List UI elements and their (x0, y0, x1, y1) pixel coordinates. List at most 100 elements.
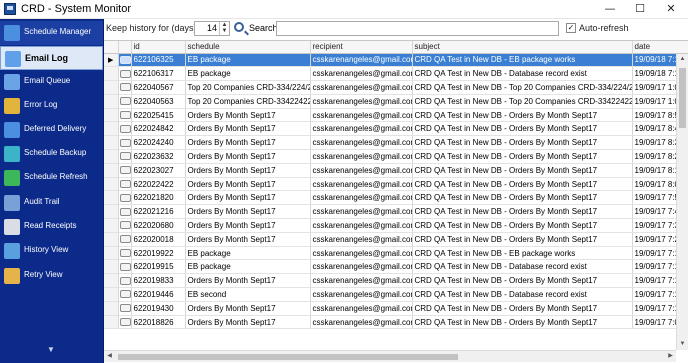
row-selector[interactable] (104, 218, 119, 233)
cell-schedule[interactable]: Orders By Month Sept17 (185, 315, 311, 330)
stepper-buttons[interactable]: ▲ ▼ (219, 22, 229, 35)
sidebar-item-read-receipts[interactable]: Read Receipts (0, 215, 103, 239)
table-row[interactable]: 622040563 Top 20 Companies CRD-334224225 c… (104, 94, 688, 109)
cell-schedule[interactable]: EB second (185, 287, 311, 302)
cell-id[interactable]: 622018826 (131, 315, 186, 330)
cell-schedule[interactable]: Orders By Month Sept17 (185, 232, 311, 247)
cell-id[interactable]: 622020018 (131, 232, 186, 247)
stepper-down-icon[interactable]: ▼ (220, 28, 229, 34)
cell-schedule[interactable]: Orders By Month Sept17 (185, 108, 311, 123)
cell-subject[interactable]: CRD QA Test in New DB - Top 20 Companies… (412, 94, 633, 109)
table-row[interactable]: 622019833 Orders By Month Sept17 csskarena… (104, 273, 688, 289)
sidebar-item-schedule-manager[interactable]: Schedule Manager (0, 21, 103, 45)
table-row[interactable]: 622023027 Orders By Month Sept17 csskarena… (104, 163, 688, 178)
column-header-subject[interactable]: subject (412, 41, 633, 54)
cell-id[interactable]: 622019833 (131, 273, 186, 289)
row-selector[interactable] (104, 108, 119, 123)
cell-id[interactable]: 622025415 (131, 108, 186, 123)
row-selector[interactable] (104, 204, 119, 220)
cell-schedule[interactable]: Orders By Month Sept17 (185, 177, 311, 192)
search-input[interactable] (276, 21, 559, 36)
cell-schedule[interactable]: EB package (185, 259, 311, 275)
row-selector[interactable] (104, 177, 119, 192)
row-selector[interactable] (104, 259, 119, 275)
cell-recipient[interactable]: csskarenangeles@gmail.com; (310, 273, 413, 289)
cell-schedule[interactable]: Orders By Month Sept17 (185, 218, 311, 233)
horizontal-scrollbar[interactable]: ◀ ▶ (104, 350, 676, 362)
cell-subject[interactable]: CRD QA Test in New DB - Orders By Month … (412, 149, 633, 164)
table-row[interactable]: 622024842 Orders By Month Sept17 csskarena… (104, 121, 688, 137)
cell-subject[interactable]: CRD QA Test in New DB - EB package works (412, 53, 633, 68)
cell-schedule[interactable]: Orders By Month Sept17 (185, 149, 311, 164)
maximize-button[interactable]: ☐ (625, 0, 655, 18)
sidebar-item-error-log[interactable]: Error Log (0, 94, 103, 118)
row-selector[interactable] (104, 121, 119, 137)
horizontal-scroll-thumb[interactable] (118, 354, 458, 360)
sidebar-item-schedule-backup[interactable]: Schedule Backup (0, 142, 103, 166)
sidebar-item-schedule-refresh[interactable]: Schedule Refresh (0, 166, 103, 190)
column-header-date[interactable]: date (632, 41, 688, 54)
cell-schedule[interactable]: EB package (185, 66, 311, 82)
cell-recipient[interactable]: csskarenangeles@gmail.com; (310, 53, 413, 68)
table-row[interactable]: 622021216 Orders By Month Sept17 csskarena… (104, 204, 688, 220)
keep-history-stepper[interactable]: 14 ▲ ▼ (194, 21, 230, 36)
scroll-down-icon[interactable]: ▼ (677, 339, 688, 350)
cell-schedule[interactable]: EB package (185, 53, 311, 68)
cell-id[interactable]: 622022422 (131, 177, 186, 192)
cell-subject[interactable]: CRD QA Test in New DB - Orders By Month … (412, 204, 633, 220)
sidebar-item-email-queue[interactable]: Email Queue (0, 70, 103, 94)
cell-schedule[interactable]: Orders By Month Sept17 (185, 273, 311, 289)
cell-id[interactable]: 622019915 (131, 259, 186, 275)
cell-schedule[interactable]: Orders By Month Sept17 (185, 135, 311, 151)
row-selector[interactable] (104, 94, 119, 109)
cell-schedule[interactable]: Top 20 Companies CRD-334/224/225 (185, 80, 311, 95)
row-selector[interactable] (104, 315, 119, 330)
cell-subject[interactable]: CRD QA Test in New DB - Orders By Month … (412, 232, 633, 247)
cell-recipient[interactable]: csskarenangeles@gmail.com; (310, 121, 413, 137)
scroll-left-icon[interactable]: ◀ (104, 351, 115, 362)
scroll-right-icon[interactable]: ▶ (665, 351, 676, 362)
row-selector[interactable] (104, 66, 119, 82)
table-row[interactable]: ▶ 622106325 EB package csskarenangeles@gmai… (104, 53, 688, 68)
cell-recipient[interactable]: csskarenangeles@gmail.com; (310, 218, 413, 233)
cell-recipient[interactable]: csskarenangeles@gmail.com; (310, 94, 413, 109)
cell-id[interactable]: 622024842 (131, 121, 186, 137)
row-selector[interactable] (104, 135, 119, 151)
row-selector[interactable] (104, 246, 119, 261)
scroll-up-icon[interactable]: ▲ (677, 54, 688, 65)
table-row[interactable]: 622021820 Orders By Month Sept17 csskarena… (104, 190, 688, 206)
row-selector[interactable] (104, 232, 119, 247)
cell-schedule[interactable]: Orders By Month Sept17 (185, 163, 311, 178)
cell-recipient[interactable]: csskarenangeles@gmail.com; (310, 149, 413, 164)
column-header-schedule[interactable]: schedule (185, 41, 311, 54)
cell-subject[interactable]: CRD QA Test in New DB - Orders By Month … (412, 135, 633, 151)
sidebar-item-email-log[interactable]: Email Log (0, 46, 103, 70)
cell-id[interactable]: 622040567 (131, 80, 186, 95)
cell-id[interactable]: 622019922 (131, 246, 186, 261)
cell-id[interactable]: 622019446 (131, 287, 186, 302)
cell-id[interactable]: 622023632 (131, 149, 186, 164)
cell-id[interactable]: 622040563 (131, 94, 186, 109)
cell-id[interactable]: 622106325 (131, 53, 186, 68)
auto-refresh-checkbox[interactable]: ✓ (566, 23, 576, 33)
row-selector[interactable] (104, 190, 119, 206)
cell-subject[interactable]: CRD QA Test in New DB - Orders By Month … (412, 273, 633, 289)
cell-schedule[interactable]: Orders By Month Sept17 (185, 121, 311, 137)
cell-subject[interactable]: CRD QA Test in New DB - Orders By Month … (412, 301, 633, 316)
cell-subject[interactable]: CRD QA Test in New DB - Database record … (412, 259, 633, 275)
table-row[interactable]: 622106317 EB package csskarenangeles@gmail… (104, 66, 688, 82)
minimize-button[interactable]: — (595, 0, 625, 18)
row-selector[interactable] (104, 287, 119, 302)
column-header-recipient[interactable]: recipient (310, 41, 413, 54)
table-row[interactable]: 622023632 Orders By Month Sept17 csskarena… (104, 149, 688, 164)
cell-recipient[interactable]: csskarenangeles@gmail.com; (310, 66, 413, 82)
keep-history-value[interactable]: 14 (207, 23, 217, 33)
table-row[interactable]: 622019922 EB package csskarenangeles@gmail… (104, 246, 688, 261)
cell-schedule[interactable]: Orders By Month Sept17 (185, 190, 311, 206)
cell-recipient[interactable]: csskarenangeles@gmail.com; (310, 204, 413, 220)
cell-subject[interactable]: CRD QA Test in New DB - Database record … (412, 66, 633, 82)
table-row[interactable]: 622022422 Orders By Month Sept17 csskarena… (104, 177, 688, 192)
cell-recipient[interactable]: csskarenangeles@gmail.com; (310, 108, 413, 123)
sidebar-item-history-view[interactable]: History View (0, 239, 103, 263)
row-selector[interactable] (104, 80, 119, 95)
